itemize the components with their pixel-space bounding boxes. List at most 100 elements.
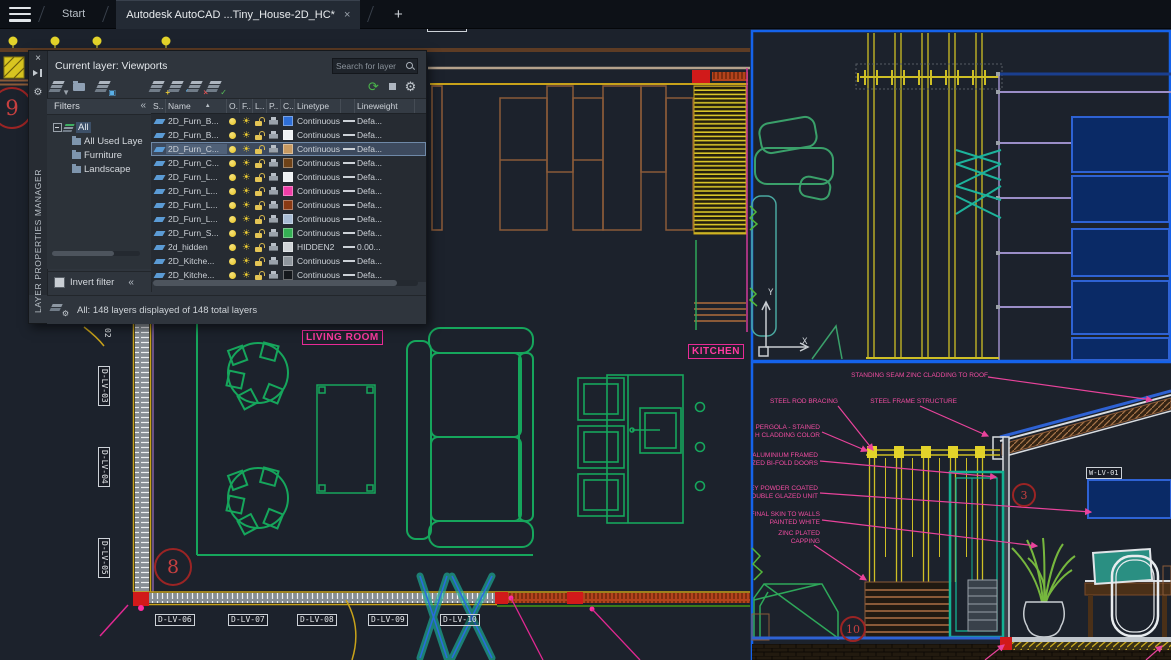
color-swatch[interactable] bbox=[283, 158, 293, 168]
col-status[interactable]: S.. bbox=[151, 99, 166, 113]
unlock-icon[interactable] bbox=[255, 131, 263, 140]
layer-linetype[interactable]: Continuous bbox=[295, 172, 341, 182]
sun-thaw-icon[interactable] bbox=[242, 172, 251, 182]
color-swatch[interactable] bbox=[283, 130, 293, 140]
search-input[interactable] bbox=[333, 61, 405, 71]
layer-lineweight[interactable]: Defa... bbox=[355, 158, 415, 168]
unlock-icon[interactable] bbox=[255, 243, 263, 252]
sun-thaw-icon[interactable] bbox=[242, 256, 251, 266]
menu-icon[interactable] bbox=[9, 7, 31, 22]
layer-lineweight[interactable]: Defa... bbox=[355, 116, 415, 126]
layer-row[interactable]: 2D_Furn_B...ContinuousDefa... bbox=[151, 114, 426, 128]
bulb-on-icon[interactable] bbox=[229, 146, 236, 153]
sun-thaw-icon[interactable] bbox=[242, 200, 251, 210]
unlock-icon[interactable] bbox=[255, 117, 263, 126]
plot-icon[interactable] bbox=[269, 187, 279, 195]
bulb-on-icon[interactable] bbox=[229, 216, 236, 223]
col-name[interactable]: Name bbox=[166, 99, 227, 113]
search-icon[interactable] bbox=[405, 61, 415, 71]
layer-linetype[interactable]: Continuous bbox=[295, 144, 341, 154]
plot-icon[interactable] bbox=[269, 131, 279, 139]
tab-document[interactable]: Autodesk AutoCAD ...Tiny_House-2D_HC* × bbox=[116, 0, 360, 29]
layer-states-button[interactable]: ▣ bbox=[97, 78, 114, 95]
unlock-icon[interactable] bbox=[255, 257, 263, 266]
color-swatch[interactable] bbox=[283, 200, 293, 210]
layer-linetype[interactable]: Continuous bbox=[295, 256, 341, 266]
filters-scrollbar[interactable] bbox=[52, 251, 140, 256]
unlock-icon[interactable] bbox=[255, 173, 263, 182]
color-swatch[interactable] bbox=[283, 172, 293, 182]
plot-icon[interactable] bbox=[269, 201, 279, 209]
autohide-pin-icon[interactable] bbox=[29, 69, 47, 80]
bulb-on-icon[interactable] bbox=[229, 160, 236, 167]
gear-icon[interactable]: ⚙ bbox=[29, 87, 47, 98]
layer-lineweight[interactable]: Defa... bbox=[355, 172, 415, 182]
bulb-on-icon[interactable] bbox=[229, 202, 236, 209]
layer-table-header[interactable]: S.. Name O. F.. L.. P.. C.. Linetype Lin… bbox=[151, 99, 426, 114]
new-layer-vp-frozen-button[interactable]: * bbox=[170, 78, 187, 95]
plot-icon[interactable] bbox=[269, 159, 279, 167]
layer-lineweight[interactable]: Defa... bbox=[355, 130, 415, 140]
layer-row[interactable]: 2d_hiddenHIDDEN20.00... bbox=[151, 240, 426, 254]
layer-row[interactable]: 2D_Furn_L...ContinuousDefa... bbox=[151, 212, 426, 226]
unlock-icon[interactable] bbox=[255, 187, 263, 196]
new-layer-button[interactable]: + bbox=[151, 78, 168, 95]
col-on[interactable]: O. bbox=[227, 99, 240, 113]
layer-linetype[interactable]: Continuous bbox=[295, 228, 341, 238]
sun-thaw-icon[interactable] bbox=[242, 144, 251, 154]
sun-thaw-icon[interactable] bbox=[242, 130, 251, 140]
plot-icon[interactable] bbox=[269, 229, 279, 237]
close-icon[interactable]: × bbox=[29, 53, 47, 64]
tab-start[interactable]: Start bbox=[52, 0, 95, 28]
filter-item-landscape[interactable]: Landscape bbox=[71, 163, 130, 176]
delete-layer-button[interactable]: × bbox=[189, 78, 206, 95]
plot-icon[interactable] bbox=[269, 271, 279, 279]
bulb-on-icon[interactable] bbox=[229, 258, 236, 265]
unlock-icon[interactable] bbox=[255, 229, 263, 238]
sun-thaw-icon[interactable] bbox=[242, 214, 251, 224]
plot-icon[interactable] bbox=[269, 145, 279, 153]
col-linetype[interactable]: Linetype bbox=[295, 99, 341, 113]
layer-settings-icon[interactable] bbox=[52, 303, 66, 315]
bulb-on-icon[interactable] bbox=[229, 132, 236, 139]
bulb-on-icon[interactable] bbox=[229, 118, 236, 125]
col-plot[interactable]: P.. bbox=[267, 99, 281, 113]
color-swatch[interactable] bbox=[283, 214, 293, 224]
col-lock[interactable]: L.. bbox=[253, 99, 267, 113]
layer-lineweight[interactable]: Defa... bbox=[355, 186, 415, 196]
unlock-icon[interactable] bbox=[255, 271, 263, 280]
layer-row[interactable]: 2D_Furn_C...ContinuousDefa... bbox=[151, 156, 426, 170]
bulb-on-icon[interactable] bbox=[229, 230, 236, 237]
isolate-icon[interactable] bbox=[385, 78, 402, 95]
layer-lineweight[interactable]: Defa... bbox=[355, 256, 415, 266]
collapse-filters-icon[interactable]: « bbox=[140, 100, 146, 111]
new-property-filter-button[interactable]: ▼ bbox=[51, 78, 68, 95]
new-tab-button[interactable]: + bbox=[387, 4, 409, 24]
collapse-box-icon[interactable] bbox=[53, 123, 62, 132]
layer-linetype[interactable]: Continuous bbox=[295, 200, 341, 210]
sun-thaw-icon[interactable] bbox=[242, 158, 251, 168]
color-swatch[interactable] bbox=[283, 116, 293, 126]
bulb-on-icon[interactable] bbox=[229, 244, 236, 251]
layer-row[interactable]: 2D_Furn_S...ContinuousDefa... bbox=[151, 226, 426, 240]
invert-filter-checkbox[interactable] bbox=[54, 277, 65, 288]
layer-lineweight[interactable]: Defa... bbox=[355, 228, 415, 238]
layer-row[interactable]: 2D_Furn_L...ContinuousDefa... bbox=[151, 184, 426, 198]
refresh-icon[interactable]: ⟳ bbox=[365, 78, 382, 95]
new-group-filter-button[interactable] bbox=[71, 78, 88, 95]
layer-linetype[interactable]: Continuous bbox=[295, 214, 341, 224]
unlock-icon[interactable] bbox=[255, 201, 263, 210]
layer-row[interactable]: 2D_Furn_L...ContinuousDefa... bbox=[151, 170, 426, 184]
color-swatch[interactable] bbox=[283, 270, 293, 280]
layer-row-selected[interactable]: 2D_Furn_C...ContinuousDefa... bbox=[151, 142, 426, 156]
unlock-icon[interactable] bbox=[255, 145, 263, 154]
plot-icon[interactable] bbox=[269, 243, 279, 251]
filter-tree-root[interactable]: All bbox=[53, 121, 91, 134]
plot-icon[interactable] bbox=[269, 173, 279, 181]
layer-lineweight[interactable]: Defa... bbox=[355, 214, 415, 224]
plot-icon[interactable] bbox=[269, 117, 279, 125]
unlock-icon[interactable] bbox=[255, 159, 263, 168]
close-icon[interactable]: × bbox=[344, 9, 350, 21]
layer-list-scrollbar[interactable] bbox=[153, 280, 418, 286]
color-swatch[interactable] bbox=[283, 256, 293, 266]
